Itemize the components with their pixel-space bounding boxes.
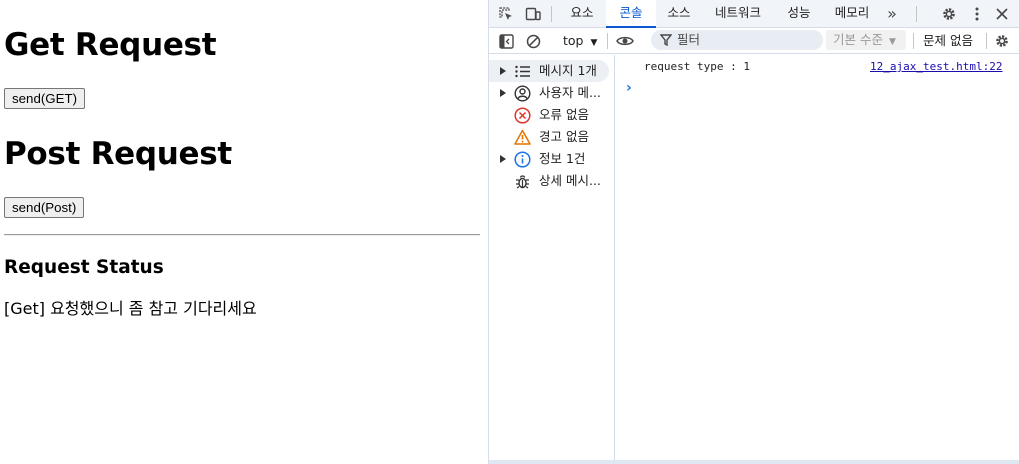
expand-arrow-icon[interactable]	[500, 67, 506, 75]
tab-sources[interactable]: 소스	[657, 0, 701, 28]
console-toolbar: top ▼ 필터 기본 수준 ▼ 문제 없음	[489, 28, 1019, 54]
dropdown-arrow-icon: ▼	[888, 37, 896, 47]
sidebar-item-info[interactable]: 정보 1건	[489, 148, 615, 170]
more-tabs-icon[interactable]: »	[882, 3, 902, 23]
filter-placeholder: 필터	[677, 32, 701, 47]
bug-icon	[516, 175, 529, 189]
sidebar-item-verbose[interactable]: 상세 메시...	[489, 170, 615, 192]
sidebar-item-label: 사용자 메...	[539, 85, 601, 100]
post-request-heading: Post Request	[4, 136, 232, 172]
context-selector[interactable]: top ▼	[563, 32, 597, 52]
sidebar-item-warnings[interactable]: 경고 없음	[489, 126, 615, 148]
tab-separator	[916, 6, 917, 22]
log-level-label: 기본 수준	[833, 32, 883, 47]
toolbar-separator	[607, 33, 608, 49]
inspect-element-icon[interactable]	[496, 4, 516, 24]
toolbar-separator	[986, 33, 987, 49]
tab-network[interactable]: 네트워크	[707, 0, 769, 28]
web-page: Get Request send(GET) Post Request send(…	[0, 0, 488, 464]
request-status-heading: Request Status	[4, 257, 164, 278]
devtools-panel: 요소 콘솔 소스 네트워크 성능 메모리 » top ▼ 필터 기본 수준 ▼ …	[488, 0, 1019, 464]
tab-elements[interactable]: 요소	[560, 0, 604, 28]
info-icon	[514, 151, 531, 168]
console-output: request type : 1 12_ajax_test.html:22 ›	[616, 55, 1019, 460]
sidebar-item-errors[interactable]: 오류 없음	[489, 104, 615, 126]
get-request-heading: Get Request	[4, 27, 217, 63]
console-settings-gear-icon[interactable]	[992, 31, 1012, 51]
devtools-tab-bar: 요소 콘솔 소스 네트워크 성능 메모리 »	[489, 0, 1019, 28]
live-expression-eye-icon[interactable]	[615, 31, 635, 51]
log-level-selector[interactable]: 기본 수준 ▼	[826, 30, 906, 50]
tab-console[interactable]: 콘솔	[606, 0, 656, 28]
sidebar-item-label: 메시지 1개	[539, 63, 597, 78]
warning-icon	[514, 129, 531, 145]
sidebar-item-label: 경고 없음	[539, 129, 589, 144]
dropdown-arrow-icon: ▼	[590, 38, 598, 48]
filter-input[interactable]: 필터	[651, 30, 823, 50]
issues-counter[interactable]: 문제 없음	[923, 32, 973, 50]
toolbar-separator	[913, 33, 914, 49]
tab-performance[interactable]: 성능	[777, 0, 821, 28]
sidebar-item-label: 오류 없음	[539, 107, 589, 122]
send-post-button[interactable]: send(Post)	[4, 197, 85, 218]
sidebar-item-label: 정보 1건	[539, 151, 586, 166]
console-log-message: request type : 1	[644, 60, 750, 73]
list-icon	[515, 65, 530, 78]
send-get-button[interactable]: send(GET)	[4, 88, 86, 109]
context-label: top	[563, 33, 584, 48]
error-icon	[514, 107, 531, 124]
console-source-link[interactable]: 12_ajax_test.html:22	[870, 59, 1002, 75]
sidebar-item-label: 상세 메시...	[539, 173, 601, 188]
drawer-border	[489, 460, 1019, 464]
device-toolbar-icon[interactable]	[523, 4, 543, 24]
clear-console-icon[interactable]	[523, 31, 543, 51]
settings-gear-icon[interactable]	[939, 4, 959, 24]
console-prompt-chevron-icon[interactable]: ›	[626, 79, 632, 97]
sidebar-item-user-messages[interactable]: 사용자 메...	[489, 82, 615, 104]
divider	[4, 234, 480, 236]
user-icon	[514, 85, 531, 102]
sidebar-item-messages[interactable]: 메시지 1개	[489, 60, 609, 82]
console-sidebar: 메시지 1개 사용자 메... 오류 없음 경고 없음 정보 1건 상세 메시.…	[489, 55, 615, 464]
sidebar-toggle-icon[interactable]	[496, 31, 516, 51]
filter-icon	[660, 34, 672, 47]
expand-arrow-icon[interactable]	[500, 89, 506, 97]
close-icon[interactable]	[992, 4, 1012, 24]
request-status-text: [Get] 요청했으니 좀 참고 기다리세요	[4, 299, 257, 318]
tab-separator	[551, 6, 552, 22]
expand-arrow-icon[interactable]	[500, 155, 506, 163]
more-options-icon[interactable]	[967, 4, 987, 24]
tab-memory[interactable]: 메모리	[827, 0, 877, 28]
